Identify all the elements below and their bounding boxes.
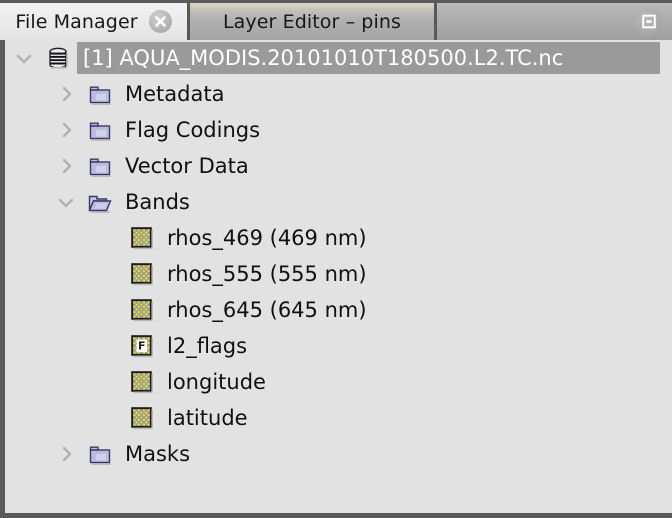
product-database-icon	[45, 45, 71, 71]
tree-node-label: l2_flags	[167, 336, 247, 357]
tab-layer-editor-label: Layer Editor – pins	[223, 11, 401, 33]
tree-node-label: rhos_555 (555 nm)	[167, 264, 367, 285]
tree-node-product-root[interactable]: [1] AQUA_MODIS.20101010T180500.L2.TC.nc	[5, 40, 672, 76]
raster-band-icon	[129, 261, 155, 287]
tree-node-label: [1] AQUA_MODIS.20101010T180500.L2.TC.nc	[83, 48, 563, 69]
tree-node-label: latitude	[167, 408, 248, 429]
product-tree[interactable]: [1] AQUA_MODIS.20101010T180500.L2.TC.nc M…	[5, 40, 672, 513]
tree-node-metadata[interactable]: Metadata	[5, 76, 672, 112]
file-manager-window: File Manager Layer Editor – pins	[0, 0, 672, 518]
folder-closed-icon	[87, 441, 113, 467]
raster-band-icon	[129, 405, 155, 431]
tree-node-label: rhos_469 (469 nm)	[167, 228, 367, 249]
tree-node-rhos-469[interactable]: rhos_469 (469 nm)	[5, 220, 672, 256]
chevron-right-icon[interactable]	[55, 155, 77, 177]
tree-node-bands[interactable]: Bands	[5, 184, 672, 220]
tab-bar-filler	[437, 3, 672, 40]
folder-open-icon	[87, 189, 113, 215]
tab-bar: File Manager Layer Editor – pins	[0, 0, 672, 40]
chevron-right-icon[interactable]	[55, 443, 77, 465]
chevron-down-icon[interactable]	[55, 191, 77, 213]
tree-node-label: longitude	[167, 372, 266, 393]
folder-closed-icon	[87, 153, 113, 179]
chevron-right-icon[interactable]	[55, 119, 77, 141]
restore-window-icon[interactable]	[635, 8, 662, 35]
tree-node-rhos-555[interactable]: rhos_555 (555 nm)	[5, 256, 672, 292]
tree-node-longitude[interactable]: longitude	[5, 364, 672, 400]
tree-node-label: Bands	[125, 192, 190, 213]
tab-file-manager-label: File Manager	[15, 11, 137, 33]
raster-band-icon	[129, 369, 155, 395]
flag-band-icon: F	[129, 333, 155, 359]
tree-node-latitude[interactable]: latitude	[5, 400, 672, 436]
tree-node-l2-flags[interactable]: Fl2_flags	[5, 328, 672, 364]
chevron-right-icon[interactable]	[55, 83, 77, 105]
tree-node-rhos-645[interactable]: rhos_645 (645 nm)	[5, 292, 672, 328]
chevron-down-icon[interactable]	[13, 47, 35, 69]
tree-node-flag-codings[interactable]: Flag Codings	[5, 112, 672, 148]
tab-layer-editor[interactable]: Layer Editor – pins	[190, 3, 437, 40]
tree-node-label: Vector Data	[125, 156, 249, 177]
tree-node-label: rhos_645 (645 nm)	[167, 300, 367, 321]
tree-node-label: Flag Codings	[125, 120, 260, 141]
svg-text:F: F	[138, 340, 146, 353]
tree-node-masks[interactable]: Masks	[5, 436, 672, 472]
folder-closed-icon	[87, 81, 113, 107]
tab-file-manager[interactable]: File Manager	[0, 3, 190, 40]
raster-band-icon	[129, 297, 155, 323]
raster-band-icon	[129, 225, 155, 251]
close-icon[interactable]	[149, 10, 172, 33]
tree-node-label: Metadata	[125, 84, 224, 105]
tree-node-label: Masks	[125, 444, 190, 465]
folder-closed-icon	[87, 117, 113, 143]
tree-node-vector-data[interactable]: Vector Data	[5, 148, 672, 184]
